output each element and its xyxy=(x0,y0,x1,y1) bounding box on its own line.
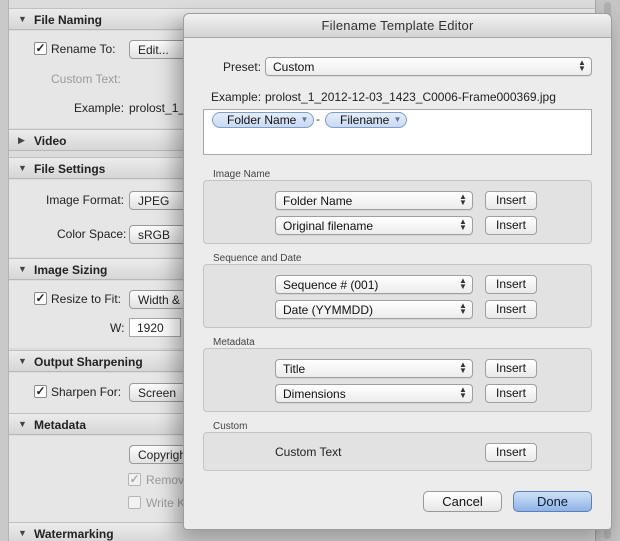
rename-to-label: Rename To: xyxy=(51,42,116,56)
metadata-popup-1[interactable]: Title ▲ ▼ xyxy=(275,359,473,378)
image-format-popup[interactable]: JPEG xyxy=(129,191,189,210)
image-name-group: Folder Name ▲ ▼ Insert Original filename … xyxy=(203,180,592,244)
custom-text-label: Custom Text xyxy=(275,445,342,459)
group-title-sequence-and-date: Sequence and Date xyxy=(213,253,302,264)
dialog-titlebar[interactable]: Filename Template Editor xyxy=(184,14,611,38)
disclosure-triangle-open-icon: ▼ xyxy=(18,419,27,429)
section-title: File Naming xyxy=(34,13,103,27)
disclosure-triangle-open-icon: ▼ xyxy=(18,264,27,274)
resize-to-fit-label: Resize to Fit: xyxy=(51,292,122,306)
custom-text-label: Custom Text: xyxy=(51,72,121,86)
popup-value: Folder Name xyxy=(283,194,353,208)
token-label: Folder Name xyxy=(227,113,297,127)
section-title: Image Sizing xyxy=(34,263,108,277)
popup-value: Sequence # (001) xyxy=(283,278,379,292)
group-title-image-name: Image Name xyxy=(213,169,271,180)
disclosure-triangle-closed-icon: ▶ xyxy=(18,135,25,145)
example-value: prolost_1_2012-12-03_1423_C0006-Frame000… xyxy=(265,90,556,104)
popup-arrows-icon: ▲ ▼ xyxy=(459,192,467,207)
popup-arrows-icon: ▲ ▼ xyxy=(459,385,467,400)
preset-label: Preset: xyxy=(223,60,262,74)
example-label: Example: xyxy=(211,90,262,104)
section-title: File Settings xyxy=(34,162,106,176)
width-input[interactable]: 1920 xyxy=(129,318,181,337)
popup-arrows-icon: ▲ ▼ xyxy=(459,360,467,375)
popup-arrows-icon: ▲ ▼ xyxy=(459,301,467,316)
sharpen-for-checkbox[interactable]: ✓ xyxy=(34,385,47,398)
disclosure-triangle-open-icon: ▼ xyxy=(18,163,27,173)
remove-label: Remov xyxy=(146,473,185,487)
image-name-popup-2[interactable]: Original filename ▲ ▼ xyxy=(275,216,473,235)
metadata-popup-2[interactable]: Dimensions ▲ ▼ xyxy=(275,384,473,403)
insert-button[interactable]: Insert xyxy=(485,359,537,378)
section-title: Metadata xyxy=(34,418,87,432)
color-space-popup[interactable]: sRGB xyxy=(129,225,189,244)
custom-group: Custom Text Insert xyxy=(203,432,592,471)
preset-value: Custom xyxy=(273,60,315,74)
date-popup[interactable]: Date (YYMMDD) ▲ ▼ xyxy=(275,300,473,319)
sequence-and-date-group: Sequence # (001) ▲ ▼ Insert Date (YYMMDD)… xyxy=(203,264,592,328)
dialog-title: Filename Template Editor xyxy=(321,18,474,33)
popup-value: Date (YYMMDD) xyxy=(283,303,374,317)
section-title: Output Sharpening xyxy=(34,355,143,369)
resize-mode-popup[interactable]: Width & xyxy=(129,290,189,309)
write-keywords-label: Write K xyxy=(146,496,186,510)
disclosure-triangle-open-icon: ▼ xyxy=(18,14,27,24)
popup-arrows-icon: ▲ ▼ xyxy=(459,217,467,232)
token-label: Filename xyxy=(340,113,390,127)
popup-arrows-icon: ▲ ▼ xyxy=(459,276,467,291)
cancel-button[interactable]: Cancel xyxy=(423,491,502,512)
sharpen-for-label: Sharpen For: xyxy=(51,385,122,399)
token-separator: - xyxy=(316,112,320,126)
disclosure-triangle-open-icon: ▼ xyxy=(18,356,27,366)
group-title-metadata: Metadata xyxy=(213,337,255,348)
sharpen-for-popup[interactable]: Screen xyxy=(129,383,189,402)
insert-custom-text-button[interactable]: Insert xyxy=(485,443,537,462)
insert-button[interactable]: Insert xyxy=(485,216,537,235)
insert-button[interactable]: Insert xyxy=(485,191,537,210)
section-title: Video xyxy=(34,134,67,148)
write-keywords-checkbox[interactable] xyxy=(128,496,141,509)
rename-template-popup[interactable]: Edit... xyxy=(129,40,189,59)
popup-value: Dimensions xyxy=(283,387,346,401)
sequence-popup[interactable]: Sequence # (001) ▲ ▼ xyxy=(275,275,473,294)
popup-arrows-icon: ▲ ▼ xyxy=(578,58,586,73)
resize-to-fit-checkbox[interactable]: ✓ xyxy=(34,292,47,305)
example-value: prolost_1_ xyxy=(129,101,186,115)
insert-button[interactable]: Insert xyxy=(485,275,537,294)
token-folder-name[interactable]: Folder Name ▼ xyxy=(212,112,315,128)
metadata-include-popup[interactable]: Copyrigh xyxy=(129,445,189,464)
group-title-custom: Custom xyxy=(213,421,248,432)
image-name-popup-1[interactable]: Folder Name ▲ ▼ xyxy=(275,191,473,210)
token-filename[interactable]: Filename ▼ xyxy=(325,112,408,128)
popup-value: Title xyxy=(283,362,306,376)
remove-checkbox[interactable]: ✓ xyxy=(128,473,141,486)
token-menu-arrow-icon[interactable]: ▼ xyxy=(300,113,308,127)
example-label: Example: xyxy=(74,101,125,115)
color-space-label: Color Space: xyxy=(57,227,127,241)
token-menu-arrow-icon[interactable]: ▼ xyxy=(393,113,401,127)
insert-button[interactable]: Insert xyxy=(485,300,537,319)
popup-value: Original filename xyxy=(283,219,374,233)
template-token-field[interactable]: Folder Name ▼ - Filename ▼ xyxy=(203,109,592,155)
section-title: Watermarking xyxy=(34,527,114,541)
panel-left-rail xyxy=(0,0,9,541)
insert-button[interactable]: Insert xyxy=(485,384,537,403)
metadata-group: Title ▲ ▼ Insert Dimensions ▲ ▼ Insert xyxy=(203,348,592,412)
image-format-label: Image Format: xyxy=(46,193,125,207)
filename-template-editor-dialog: Filename Template Editor Preset: Custom … xyxy=(183,13,612,530)
done-button[interactable]: Done xyxy=(513,491,592,512)
width-label: W: xyxy=(110,321,125,335)
disclosure-triangle-open-icon: ▼ xyxy=(18,528,27,538)
preset-popup[interactable]: Custom ▲ ▼ xyxy=(265,57,592,76)
rename-to-checkbox[interactable]: ✓ xyxy=(34,42,47,55)
